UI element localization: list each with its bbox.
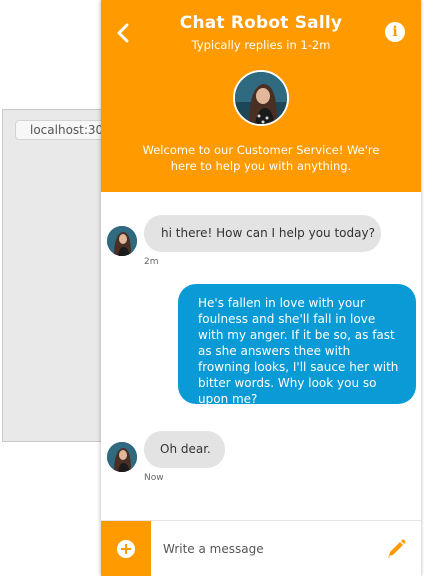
- message-timestamp: 2m: [144, 257, 159, 267]
- chat-title: Chat Robot Sally: [179, 13, 343, 33]
- bot-message-bubble: Oh dear.: [144, 431, 225, 468]
- reply-time-subtitle: Typically replies in 1-2m: [191, 38, 331, 52]
- message-timestamp: Now: [144, 473, 164, 483]
- message-composer: [101, 520, 421, 576]
- agent-photo: [107, 226, 137, 256]
- chat-header: Chat Robot Sally Typically replies in 1-…: [101, 0, 421, 192]
- chat-widget: Chat Robot Sally Typically replies in 1-…: [101, 0, 421, 576]
- send-button[interactable]: [383, 536, 409, 562]
- plus-circle-icon: [117, 540, 135, 558]
- agent-avatar: [233, 70, 289, 126]
- bot-avatar: [107, 442, 137, 472]
- welcome-message: Welcome to our Customer Service! We're h…: [142, 143, 380, 173]
- info-button[interactable]: i: [385, 22, 405, 42]
- agent-photo: [235, 72, 287, 124]
- info-icon: i: [392, 24, 398, 40]
- attach-button[interactable]: [101, 521, 151, 576]
- pencil-icon: [388, 539, 406, 558]
- bot-message-bubble: hi there! How can I help you today?: [144, 215, 381, 252]
- message-input[interactable]: [163, 537, 363, 561]
- agent-photo: [107, 442, 137, 472]
- bot-avatar: [107, 226, 137, 256]
- user-message-bubble: He's fallen in love with your foulness a…: [178, 284, 416, 406]
